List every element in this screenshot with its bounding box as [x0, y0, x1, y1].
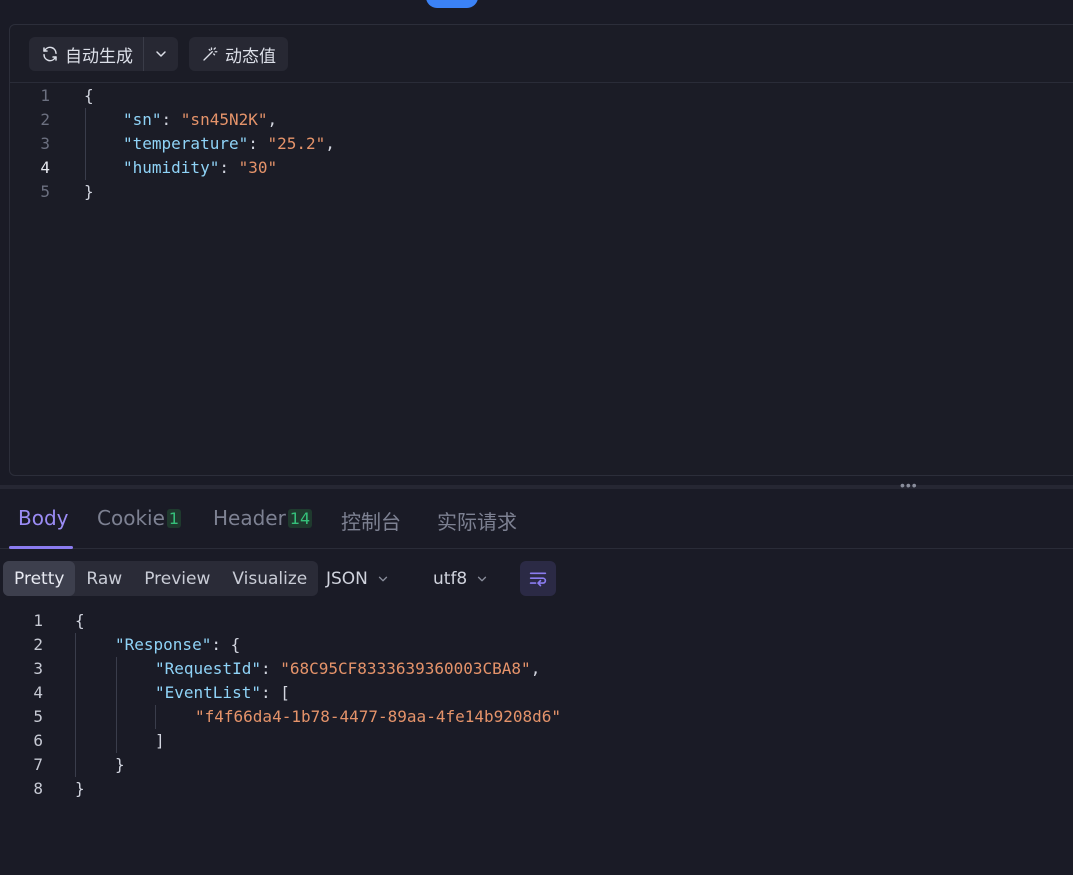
json-punctuation: } [84, 182, 94, 201]
code-line: "humidity": "30" [123, 156, 277, 180]
active-tab-indicator [9, 546, 73, 549]
line-number: 1 [33, 611, 43, 630]
json-string: "25.2" [267, 134, 326, 153]
view-visualize-button[interactable]: Visualize [221, 561, 318, 596]
view-raw-button[interactable]: Raw [75, 561, 133, 596]
tab-cookie[interactable]: Cookie 1 [97, 506, 182, 530]
json-key: "temperature" [123, 134, 249, 153]
tab-console-label: 控制台 [341, 510, 401, 534]
code-line: "Response": { [115, 633, 240, 657]
line-number: 2 [40, 110, 50, 129]
json-punctuation: , [530, 659, 541, 678]
chevron-down-icon [156, 51, 166, 57]
tab-actual-request[interactable]: 实际请求 [437, 506, 517, 535]
header-count-badge: 14 [287, 508, 313, 528]
auto-generate-label: 自动生成 [65, 46, 133, 67]
request-body-editor: 自动生成 动态值 1 {2 "sn": "sn45N2K", 3 "temperatur… [9, 24, 1073, 476]
line-number: 4 [33, 683, 43, 702]
indent-guide [155, 705, 156, 729]
indent-guide [85, 108, 86, 180]
code-line: { [84, 84, 94, 108]
dynamic-value-label: 动态值 [225, 46, 276, 67]
line-number: 4 [40, 158, 50, 177]
response-json-code[interactable]: 1 {2 "Response": { 3 "RequestId": "68C95CF83… [0, 609, 1073, 809]
cookie-count-badge: 1 [166, 508, 182, 528]
json-punctuation: : [248, 134, 268, 153]
request-body-toolbar: 自动生成 动态值 [10, 25, 1073, 83]
json-punctuation: { [84, 86, 94, 105]
splitter-handle-icon[interactable]: ••• [900, 478, 918, 492]
code-line: } [75, 777, 85, 801]
line-number: 7 [33, 755, 43, 774]
tab-header-label: Header [213, 506, 286, 530]
auto-generate-button[interactable]: 自动生成 [29, 37, 143, 71]
json-punctuation: ] [155, 731, 165, 750]
json-key: "humidity" [123, 158, 220, 177]
json-punctuation: : [ [260, 683, 290, 702]
code-line: { [75, 609, 85, 633]
line-number: 5 [33, 707, 43, 726]
json-string: "sn45N2K" [180, 110, 268, 129]
view-mode-group: Pretty Raw Preview Visualize [3, 561, 319, 596]
line-number: 3 [40, 134, 50, 153]
line-number: 5 [40, 182, 50, 201]
json-punctuation: , [325, 134, 335, 153]
auto-generate-dropdown-button[interactable] [144, 37, 178, 71]
format-select[interactable]: JSON [326, 561, 390, 596]
tab-cookie-label: Cookie [97, 506, 165, 530]
json-punctuation: : { [211, 635, 241, 654]
tab-body[interactable]: Body [18, 506, 69, 530]
code-line: "RequestId": "68C95CF8333639360003CBA8", [155, 657, 540, 681]
code-line: } [84, 180, 94, 204]
json-key: "EventList" [155, 683, 261, 702]
word-wrap-button[interactable] [520, 561, 556, 596]
json-string: "68C95CF8333639360003CBA8" [280, 659, 531, 678]
view-pretty-button[interactable]: Pretty [3, 561, 76, 596]
line-number: 8 [33, 779, 43, 798]
refresh-icon [43, 46, 57, 62]
view-preview-button[interactable]: Preview [133, 561, 221, 596]
json-punctuation: , [267, 110, 278, 129]
json-punctuation: : [260, 659, 281, 678]
chevron-down-icon [478, 576, 487, 581]
encoding-select[interactable]: utf8 [433, 561, 489, 596]
json-punctuation: : [219, 158, 239, 177]
json-string: "30" [238, 158, 278, 177]
request-json-code[interactable]: 1 {2 "sn": "sn45N2K", 3 "temperature": "25.2… [10, 84, 1070, 214]
tab-actual-request-label: 实际请求 [437, 510, 517, 534]
code-line: "temperature": "25.2", [123, 132, 335, 156]
json-punctuation: : [161, 110, 181, 129]
encoding-select-value: utf8 [433, 568, 468, 589]
json-punctuation: { [75, 611, 85, 630]
json-punctuation: } [115, 755, 125, 774]
line-number: 6 [33, 731, 43, 750]
json-key: "Response" [115, 635, 212, 654]
chevron-down-icon [378, 576, 388, 581]
tab-body-label: Body [18, 506, 69, 530]
json-key: "RequestId" [155, 659, 261, 678]
response-tabs: Body Cookie 1 Header 14 控制台 实际请求 [0, 492, 1073, 549]
line-number: 2 [33, 635, 43, 654]
code-line: "f4f66da4-1b78-4477-89aa-4fe14b9208d6" [195, 705, 561, 729]
line-number: 1 [40, 86, 50, 105]
auto-generate-button-group: 自动生成 [29, 37, 178, 71]
word-wrap-icon [529, 571, 547, 586]
tab-header[interactable]: Header 14 [213, 506, 313, 530]
code-line: "sn": "sn45N2K", [123, 108, 277, 132]
top-tab-pill[interactable] [426, 0, 478, 8]
indent-guide [116, 657, 117, 753]
top-strip [0, 0, 1073, 12]
json-key: "sn" [123, 110, 162, 129]
json-string: "f4f66da4-1b78-4477-89aa-4fe14b9208d6" [195, 707, 562, 726]
code-line: "EventList": [ [155, 681, 290, 705]
json-punctuation: } [75, 779, 85, 798]
code-line: } [115, 753, 125, 777]
indent-guide [75, 633, 76, 777]
magic-wand-icon [203, 47, 218, 61]
line-number: 3 [33, 659, 43, 678]
format-select-value: JSON [326, 568, 368, 589]
dynamic-value-button[interactable]: 动态值 [189, 37, 288, 71]
tab-console[interactable]: 控制台 [341, 506, 401, 535]
code-line: ] [155, 729, 165, 753]
